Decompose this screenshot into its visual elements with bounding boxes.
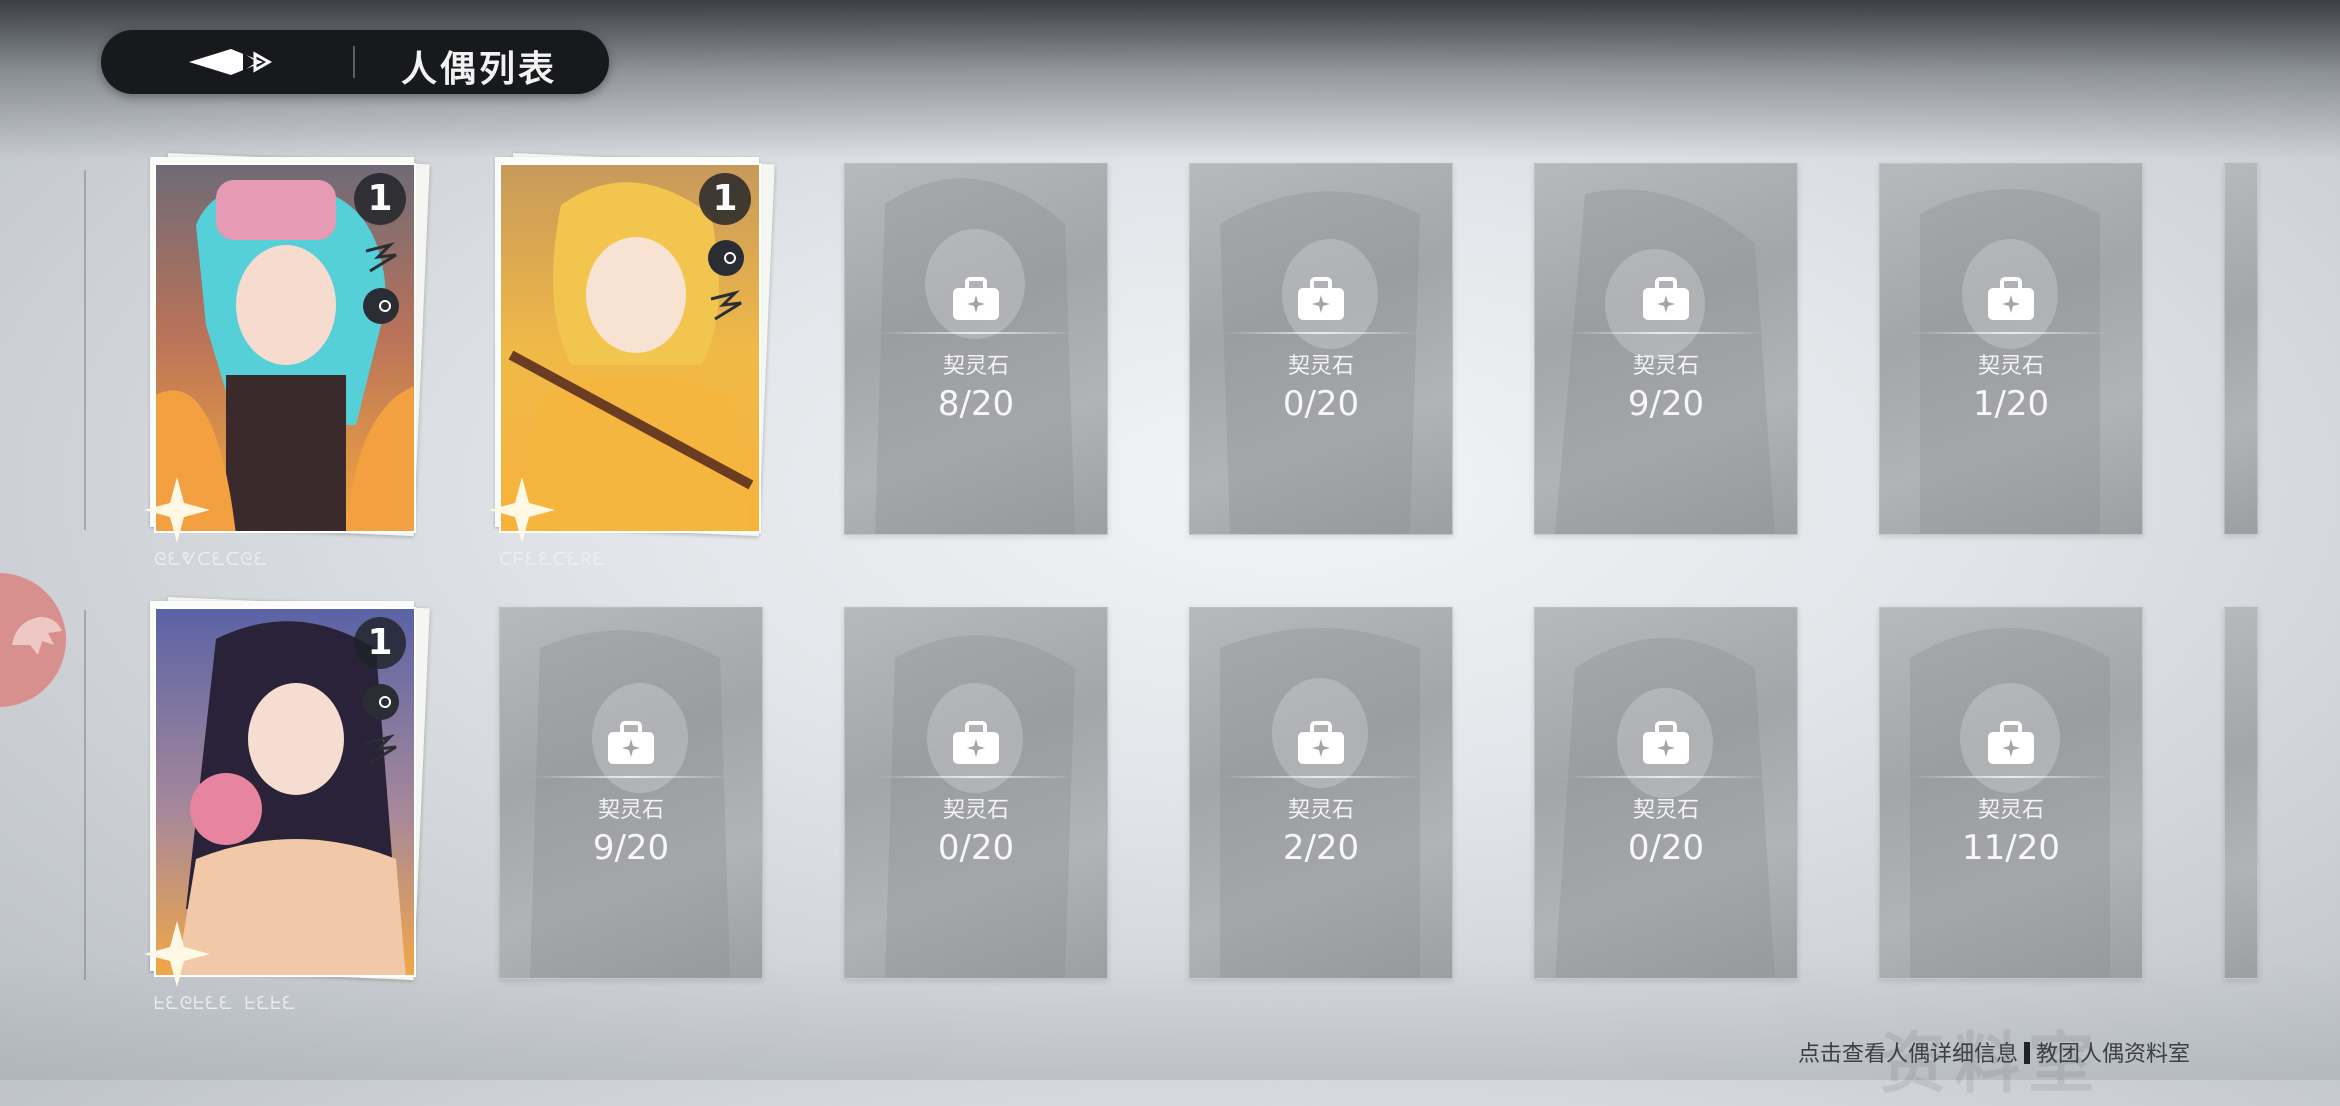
hint-separator bbox=[2024, 1042, 2031, 1064]
shard-label: 契灵石 bbox=[1287, 798, 1354, 823]
arrow-left-icon bbox=[189, 49, 273, 75]
sparkle-icon bbox=[489, 477, 555, 543]
doll-card-locked[interactable]: 契灵石 8/20 bbox=[844, 163, 1108, 535]
shard-count: 1/20 bbox=[1972, 384, 2050, 424]
doll-card-locked[interactable]: 契灵石 0/20 bbox=[1534, 607, 1798, 979]
doll-card-locked[interactable]: 契灵石 0/20 bbox=[1189, 163, 1453, 535]
doll-card-locked-partial[interactable] bbox=[2224, 607, 2258, 979]
lock-box-icon bbox=[1298, 277, 1344, 320]
doll-rune-name: ᘓᘍᕓᑕᘍᑕᘓᘍ bbox=[154, 549, 268, 570]
doll-rune-name: ᖶᘍᘓᖶᘍᘍ ᖶᘍᖶᘍ bbox=[154, 993, 297, 1014]
moon-icon bbox=[363, 288, 399, 324]
lock-overlay: 契灵石 0/20 bbox=[845, 720, 1107, 868]
doll-card-owned[interactable]: 1 ᖶᘍᘓᖶᘍᘍ ᖶᘍᖶᘍ bbox=[144, 597, 430, 1014]
lock-overlay: 契灵石 2/20 bbox=[1190, 720, 1452, 868]
shard-count: 11/20 bbox=[1962, 828, 2060, 868]
shard-count: 0/20 bbox=[1282, 384, 1360, 424]
sparkle-icon bbox=[144, 477, 210, 543]
helmet-icon bbox=[12, 617, 62, 655]
lock-box-icon bbox=[1988, 277, 2034, 320]
divider-line bbox=[1221, 776, 1421, 778]
doll-card-owned[interactable]: 1 ᑕᖴᘍᘍᑕᘍᖇᘍ bbox=[489, 153, 775, 570]
sparkle-icon bbox=[144, 921, 210, 987]
divider-line bbox=[876, 332, 1076, 334]
lock-overlay: 契灵石 11/20 bbox=[1880, 720, 2142, 868]
footer-hint: 点击查看人偶详细信息 教团人偶资料室 bbox=[1798, 1036, 2190, 1068]
shard-label: 契灵石 bbox=[942, 798, 1009, 823]
doll-card-owned[interactable]: 1 ᘓᘍᕓᑕᘍᑕᘓᘍ bbox=[144, 153, 430, 570]
page-title: 人偶列表 bbox=[401, 48, 558, 90]
divider-line bbox=[1566, 776, 1766, 778]
shard-count: 9/20 bbox=[1627, 384, 1705, 424]
shard-count: 2/20 bbox=[1282, 828, 1360, 868]
doll-card-locked[interactable]: 契灵石 2/20 bbox=[1189, 607, 1453, 979]
shard-label: 契灵石 bbox=[1977, 354, 2044, 379]
lock-overlay: 契灵石 8/20 bbox=[845, 276, 1107, 424]
doll-card-locked[interactable]: 契灵石 11/20 bbox=[1879, 607, 2143, 979]
moon-icon bbox=[708, 240, 744, 276]
lock-overlay: 契灵石 0/20 bbox=[1190, 276, 1452, 424]
lock-overlay: 契灵石 0/20 bbox=[1535, 720, 1797, 868]
shard-count: 9/20 bbox=[592, 828, 670, 868]
side-menu-button[interactable] bbox=[0, 573, 66, 707]
shard-label: 契灵石 bbox=[1632, 354, 1699, 379]
shard-label: 契灵石 bbox=[1287, 354, 1354, 379]
shard-count: 0/20 bbox=[1627, 828, 1705, 868]
shard-label: 契灵石 bbox=[597, 798, 664, 823]
rune-mark-icon bbox=[365, 734, 397, 765]
doll-card-locked[interactable]: 契灵石 0/20 bbox=[844, 607, 1108, 979]
doll-card-locked[interactable]: 契灵石 9/20 bbox=[499, 607, 763, 979]
shard-label: 契灵石 bbox=[1632, 798, 1699, 823]
shard-label: 契灵石 bbox=[942, 354, 1009, 379]
rune-mark-icon bbox=[710, 290, 742, 321]
level-badge: 1 bbox=[354, 173, 406, 225]
divider-line bbox=[531, 776, 731, 778]
row-edge-left bbox=[84, 170, 86, 530]
lock-box-icon bbox=[953, 277, 999, 320]
level-badge: 1 bbox=[354, 617, 406, 669]
divider-line bbox=[1911, 332, 2111, 334]
header-bar: 人偶列表 bbox=[101, 30, 609, 94]
moon-icon bbox=[363, 684, 399, 720]
doll-rune-name: ᑕᖴᘍᘍᑕᘍᖇᘍ bbox=[499, 549, 607, 570]
lock-box-icon bbox=[1988, 721, 2034, 764]
hint-text: 点击查看人偶详细信息 bbox=[1798, 1042, 2019, 1067]
lock-overlay: 契灵石 9/20 bbox=[500, 720, 762, 868]
lock-box-icon bbox=[608, 721, 654, 764]
doll-card-locked-partial[interactable] bbox=[2224, 163, 2258, 535]
shard-count: 8/20 bbox=[937, 384, 1015, 424]
divider-line bbox=[1221, 332, 1421, 334]
doll-card-locked[interactable]: 契灵石 1/20 bbox=[1879, 163, 2143, 535]
row-edge-left bbox=[84, 610, 86, 980]
level-badge: 1 bbox=[699, 173, 751, 225]
header-divider bbox=[353, 46, 355, 78]
divider-line bbox=[1566, 332, 1766, 334]
shard-label: 契灵石 bbox=[1977, 798, 2044, 823]
divider-line bbox=[1911, 776, 2111, 778]
divider-line bbox=[876, 776, 1076, 778]
lock-box-icon bbox=[1643, 721, 1689, 764]
lock-box-icon bbox=[1298, 721, 1344, 764]
hint-section: 教团人偶资料室 bbox=[2036, 1042, 2191, 1067]
shard-count: 0/20 bbox=[937, 828, 1015, 868]
doll-card-locked[interactable]: 契灵石 9/20 bbox=[1534, 163, 1798, 535]
lock-overlay: 契灵石 9/20 bbox=[1535, 276, 1797, 424]
back-button[interactable] bbox=[171, 44, 301, 80]
lock-box-icon bbox=[1643, 277, 1689, 320]
lock-box-icon bbox=[953, 721, 999, 764]
lock-overlay: 契灵石 1/20 bbox=[1880, 276, 2142, 424]
rune-mark-icon bbox=[365, 242, 397, 273]
